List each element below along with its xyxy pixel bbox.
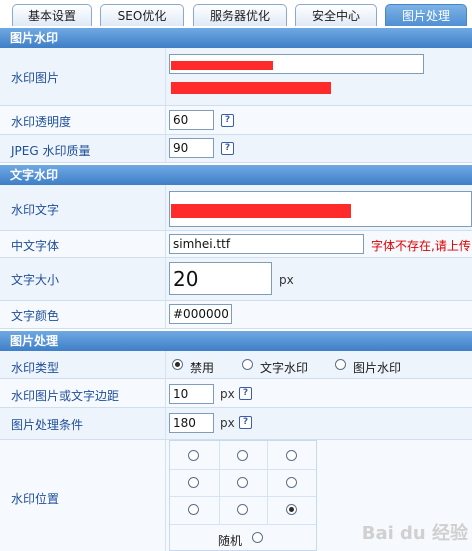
divider [165, 301, 166, 328]
tab-bar: 基本设置 SEO优化 服务器优化 安全中心 图片处理 [0, 0, 472, 29]
grid-line [170, 496, 316, 497]
position-radio-random[interactable] [252, 532, 263, 543]
jpeg-quality-input[interactable] [169, 138, 214, 158]
tab-label: 图片处理 [401, 9, 450, 23]
divider [165, 258, 166, 300]
section-text-watermark: 文字水印 [0, 165, 472, 185]
watermark-position-label: 水印位置 [11, 492, 60, 506]
help-icon[interactable]: ? [239, 387, 252, 400]
radio-disabled[interactable] [172, 359, 183, 370]
watermark-type-label: 水印类型 [11, 361, 60, 375]
position-radio-5[interactable] [237, 477, 248, 488]
margin-input[interactable] [169, 384, 214, 404]
text-size-input[interactable] [169, 262, 272, 295]
margin-unit: px [220, 387, 235, 401]
row-watermark-image: 水印图片 [0, 48, 472, 106]
row-watermark-text: 水印文字 [0, 185, 472, 231]
row-text-size: 文字大小 px [0, 258, 472, 301]
chinese-font-label: 中文字体 [11, 239, 60, 253]
radio-image-watermark[interactable] [335, 359, 346, 370]
divider [165, 408, 166, 439]
watermark-opacity-label: 水印透明度 [11, 115, 72, 129]
row-jpeg-quality: JPEG 水印质量 ? [0, 135, 472, 163]
row-condition: 图片处理条件 px ? [0, 408, 472, 440]
text-color-input[interactable] [169, 304, 232, 324]
radio-image-watermark-label: 图片水印 [353, 361, 402, 375]
redaction-bar [171, 61, 273, 70]
help-icon[interactable]: ? [239, 416, 252, 429]
margin-label: 水印图片或文字边距 [11, 389, 120, 403]
tab-label: 服务器优化 [209, 9, 270, 23]
grid-line [170, 524, 316, 525]
font-missing-warning: 字体不存在,请上传 [371, 239, 471, 253]
redaction-bar [171, 204, 351, 218]
radio-text-watermark-label: 文字水印 [260, 361, 309, 375]
grid-line [267, 441, 268, 524]
watermark-text-label: 水印文字 [11, 203, 60, 217]
tab-label: 安全中心 [311, 9, 360, 23]
divider [165, 135, 166, 162]
row-watermark-opacity: 水印透明度 ? [0, 106, 472, 135]
position-radio-8[interactable] [237, 504, 248, 515]
help-icon[interactable]: ? [221, 114, 234, 127]
redaction-bar [171, 82, 331, 94]
tab-seo[interactable]: SEO优化 [100, 4, 184, 26]
baidu-watermark: Bai du 经验 [361, 523, 468, 544]
position-radio-2[interactable] [237, 450, 248, 461]
divider [165, 440, 166, 551]
tab-label: SEO优化 [117, 9, 167, 23]
watermark-image-label: 水印图片 [11, 71, 60, 85]
tab-image-processing[interactable]: 图片处理 [385, 4, 467, 26]
watermark-opacity-input[interactable] [169, 110, 214, 130]
divider [165, 379, 166, 407]
section-image-processing: 图片处理 [0, 331, 472, 351]
divider [165, 351, 166, 378]
position-radio-9[interactable] [286, 504, 297, 515]
row-watermark-type: 水印类型 禁用 文字水印 图片水印 [0, 351, 472, 379]
tab-basic-settings[interactable]: 基本设置 [12, 4, 92, 26]
jpeg-quality-label: JPEG 水印质量 [11, 144, 91, 158]
condition-input[interactable] [169, 413, 214, 433]
tab-server[interactable]: 服务器优化 [193, 4, 287, 26]
radio-disabled-label: 禁用 [190, 361, 215, 375]
position-radio-6[interactable] [286, 477, 297, 488]
random-label: 随机 [218, 534, 243, 548]
condition-label: 图片处理条件 [11, 418, 84, 432]
tab-security[interactable]: 安全中心 [295, 4, 377, 26]
divider [165, 231, 166, 257]
position-radio-7[interactable] [188, 504, 199, 515]
text-size-label: 文字大小 [11, 273, 60, 287]
tab-label: 基本设置 [27, 9, 76, 23]
text-size-unit: px [279, 273, 294, 287]
position-radio-1[interactable] [188, 450, 199, 461]
chinese-font-input[interactable] [169, 234, 364, 254]
row-chinese-font: 中文字体 字体不存在,请上传 [0, 231, 472, 258]
help-icon[interactable]: ? [221, 142, 234, 155]
divider [165, 185, 166, 230]
divider [165, 106, 166, 134]
position-radio-3[interactable] [286, 450, 297, 461]
text-color-label: 文字颜色 [11, 309, 60, 323]
radio-text-watermark[interactable] [242, 359, 253, 370]
position-grid: 随机 [169, 440, 317, 551]
row-text-color: 文字颜色 [0, 301, 472, 329]
section-image-watermark: 图片水印 [0, 28, 472, 48]
position-radio-4[interactable] [188, 477, 199, 488]
row-margin: 水印图片或文字边距 px ? [0, 379, 472, 408]
grid-line [219, 441, 220, 524]
condition-unit: px [220, 416, 235, 430]
grid-line [170, 469, 316, 470]
divider [165, 48, 166, 105]
